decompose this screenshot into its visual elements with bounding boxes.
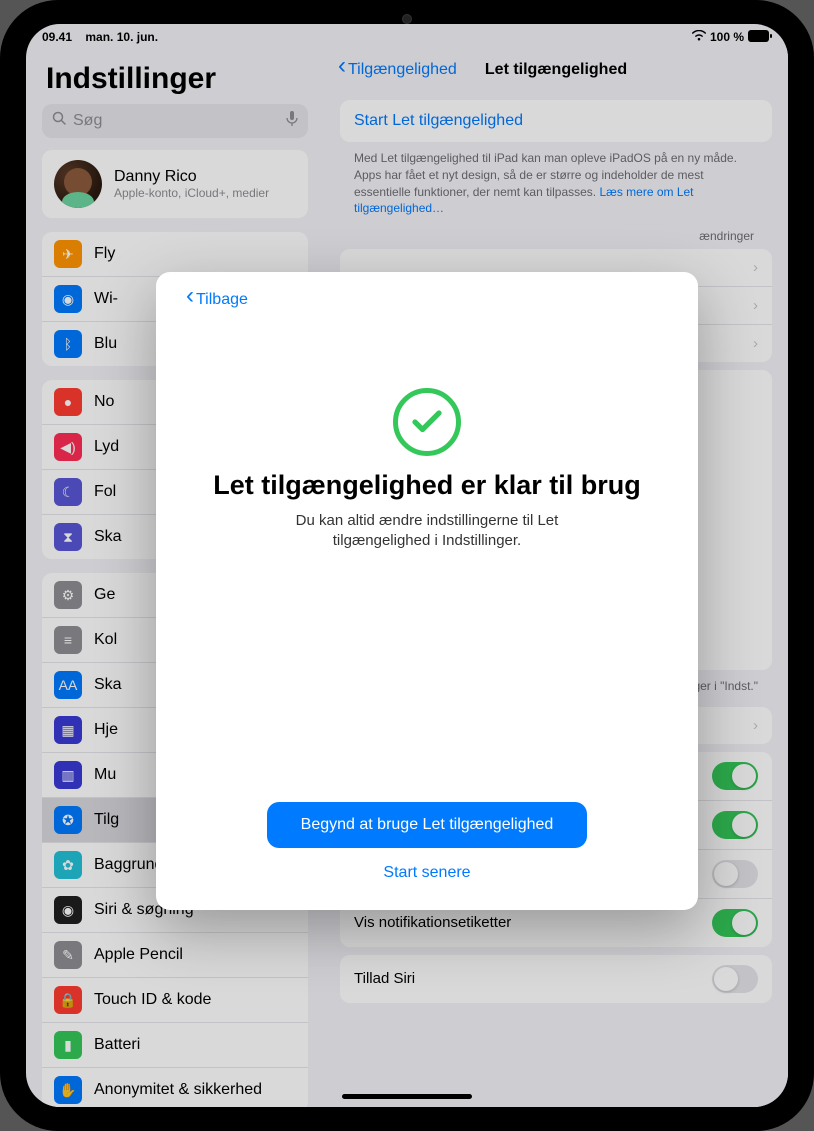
begin-button[interactable]: Begynd at bruge Let tilgængelighed xyxy=(267,802,587,848)
home-indicator[interactable] xyxy=(342,1094,472,1099)
checkmark-icon xyxy=(393,388,461,456)
ipad-frame: 09.41 man. 10. jun. 100 % Indstillinger xyxy=(0,0,814,1131)
chevron-left-icon xyxy=(186,290,194,310)
front-camera xyxy=(402,14,412,24)
modal-backdrop: Tilbage Let tilgængelighed er klar til b… xyxy=(26,24,788,1107)
modal-back-button[interactable]: Tilbage xyxy=(186,290,248,310)
modal-back-label: Tilbage xyxy=(196,291,248,309)
screen: 09.41 man. 10. jun. 100 % Indstillinger xyxy=(26,24,788,1107)
modal-title: Let tilgængelighed er klar til brug xyxy=(206,470,648,501)
start-later-button[interactable]: Start senere xyxy=(186,858,668,888)
setup-modal: Tilbage Let tilgængelighed er klar til b… xyxy=(156,272,698,910)
modal-subtitle: Du kan altid ændre indstillingerne til L… xyxy=(246,511,608,552)
